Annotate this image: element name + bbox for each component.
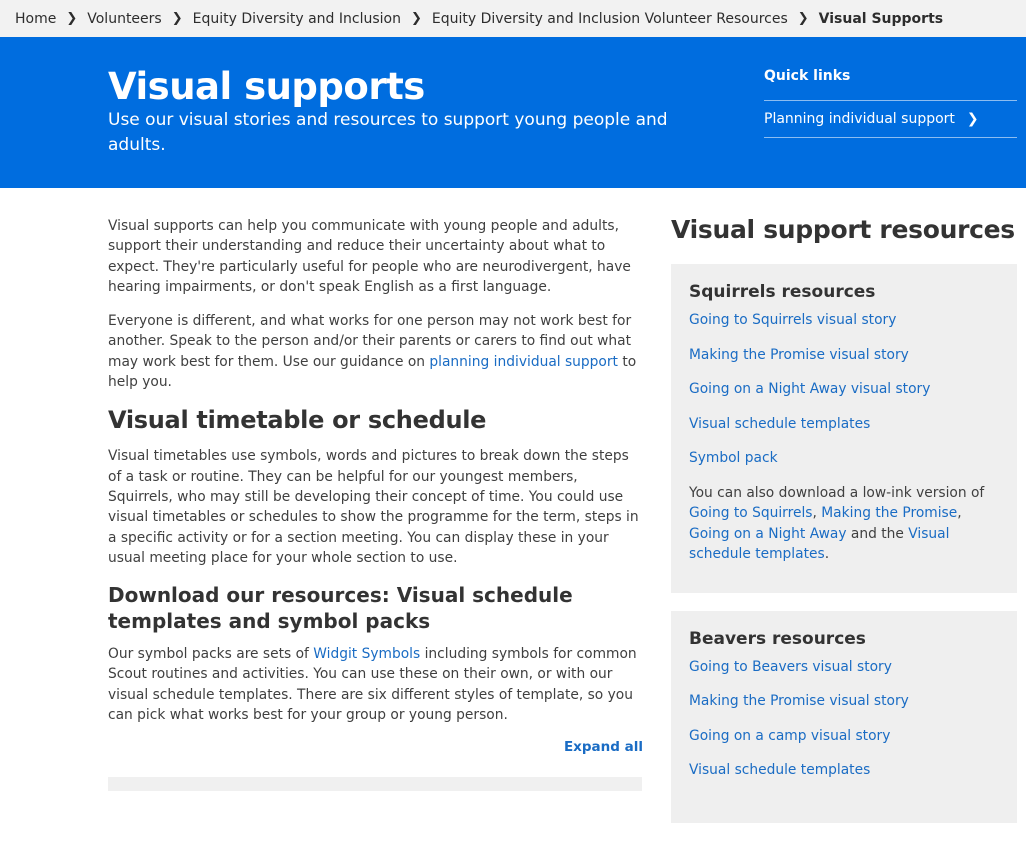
low-ink-note: You can also download a low-ink version … [689, 483, 1000, 565]
breadcrumb-edi-resources[interactable]: Equity Diversity and Inclusion Volunteer… [432, 11, 788, 27]
breadcrumb-home[interactable]: Home [15, 11, 56, 27]
resource-link[interactable]: Going to Beavers visual story [689, 657, 1000, 692]
intro-paragraph-2: Everyone is different, and what works fo… [108, 311, 643, 392]
planning-individual-support-link[interactable]: planning individual support [429, 354, 618, 370]
quick-links-title: Quick links [764, 68, 851, 84]
timetable-paragraph: Visual timetables use symbols, words and… [108, 448, 639, 566]
low-ink-going-to-squirrels-link[interactable]: Going to Squirrels [689, 505, 813, 521]
breadcrumb: Home ❯ Volunteers ❯ Equity Diversity and… [0, 0, 1026, 37]
text: and the [846, 525, 909, 542]
resource-link[interactable]: Making the Promise visual story [689, 345, 1000, 380]
hero-banner: Visual supports Use our visual stories a… [0, 37, 1026, 188]
main-content: Visual supports can help you communicate… [108, 216, 643, 755]
text: . [824, 546, 830, 562]
quick-link-planning-individual-support[interactable]: Planning individual support ❯ [764, 100, 1017, 138]
widgit-symbols-link[interactable]: Widgit Symbols [313, 646, 420, 662]
resource-link[interactable]: Making the Promise visual story [689, 691, 1000, 726]
page-subtitle: Use our visual stories and resources to … [108, 110, 668, 155]
resource-link[interactable]: Symbol pack [689, 448, 1000, 483]
section-heading-timetable: Visual timetable or schedule [108, 406, 487, 435]
resource-link[interactable]: Going on a camp visual story [689, 726, 1000, 761]
intro-paragraph: Visual supports can help you communicate… [108, 218, 631, 295]
beavers-resources-card: Beavers resources Going to Beavers visua… [671, 610, 1017, 823]
section-heading-download: Download our resources: Visual schedule … [108, 583, 573, 634]
chevron-right-icon: ❯ [171, 11, 183, 26]
breadcrumb-edi[interactable]: Equity Diversity and Inclusion [193, 11, 401, 27]
chevron-right-icon: ❯ [966, 111, 979, 127]
chevron-right-icon: ❯ [797, 11, 809, 26]
text: , [957, 505, 962, 521]
text: , [812, 505, 822, 521]
card-title: Beavers resources [689, 628, 866, 649]
low-ink-night-away-link[interactable]: Going on a Night Away [689, 526, 847, 542]
text: Our symbol packs are sets of [108, 646, 314, 663]
quick-link-label: Planning individual support [764, 111, 955, 127]
breadcrumb-current: Visual Supports [818, 10, 944, 27]
text: You can also download a low-ink version … [689, 484, 985, 501]
expand-all-button[interactable]: Expand all [564, 739, 643, 755]
sidebar-title: Visual support resources [671, 215, 1015, 244]
resource-link[interactable]: Visual schedule templates [689, 414, 1000, 449]
page-title: Visual supports [108, 65, 425, 108]
card-title: Squirrels resources [689, 282, 876, 302]
download-paragraph: Our symbol packs are sets of Widgit Symb… [108, 644, 643, 725]
sidebar: Visual support resources Squirrels resou… [671, 215, 1017, 841]
chevron-right-icon: ❯ [410, 11, 422, 26]
resource-link[interactable]: Visual schedule templates [689, 760, 1000, 795]
resource-link[interactable]: Going on a Night Away visual story [689, 379, 1000, 414]
chevron-right-icon: ❯ [66, 11, 78, 26]
quick-links: Quick links Planning individual support … [764, 68, 1017, 138]
squirrels-resources-card: Squirrels resources Going to Squirrels v… [671, 264, 1017, 593]
low-ink-making-the-promise-link[interactable]: Making the Promise [821, 505, 957, 521]
resource-link[interactable]: Going to Squirrels visual story [689, 310, 1000, 345]
breadcrumb-volunteers[interactable]: Volunteers [87, 11, 161, 27]
